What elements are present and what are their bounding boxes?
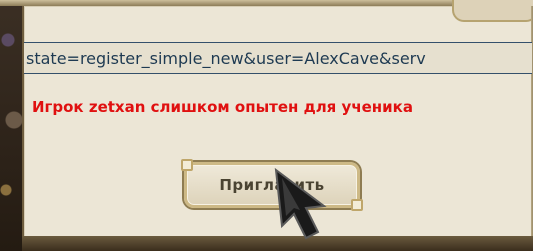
dialog-window: state=register_simple_new&user=AlexCave&…	[22, 0, 533, 238]
invite-button[interactable]: Пригласить	[181, 159, 363, 211]
error-message: Игрок zetxan слишком опытен для ученика	[32, 98, 413, 116]
url-text: state=register_simple_new&user=AlexCave&…	[26, 49, 426, 68]
invite-button-label: Пригласить	[219, 176, 325, 194]
header-ornament	[452, 0, 533, 22]
url-field[interactable]: state=register_simple_new&user=AlexCave&…	[24, 42, 532, 74]
bottom-frame	[22, 236, 533, 251]
